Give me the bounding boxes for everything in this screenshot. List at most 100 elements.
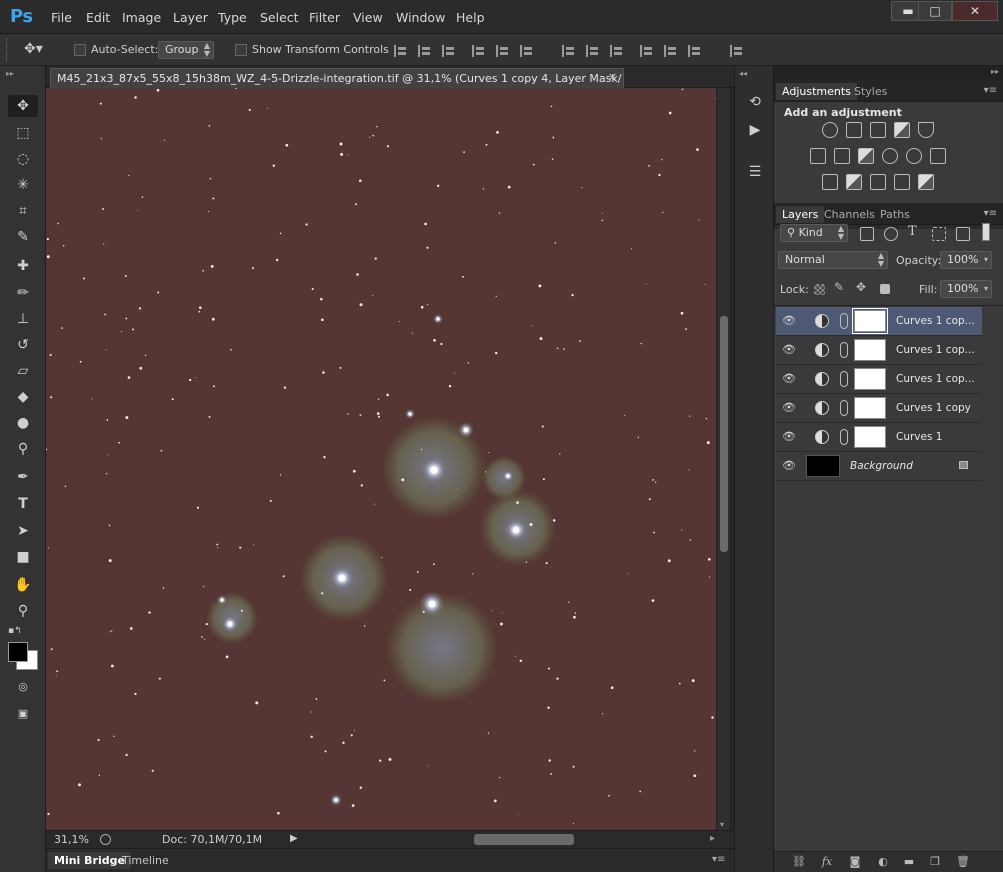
type-tool-icon[interactable]: T [8,493,38,515]
new-layer-icon[interactable]: ❐ [928,855,942,869]
marquee-tool-icon[interactable]: ⬚ [8,122,38,144]
distribute-bottom-icon[interactable] [610,45,622,57]
status-info-icon[interactable] [100,834,111,845]
layer-mask-thumbnail[interactable] [852,308,888,334]
layer-style-icon[interactable]: fx [820,855,834,869]
eye-icon[interactable]: 👁 [782,372,796,386]
new-group-icon[interactable]: ▬ [902,855,916,869]
eyedropper-tool-icon[interactable]: ✎ [8,226,38,248]
filter-adjustment-icon[interactable] [884,227,898,241]
color-balance-icon[interactable] [834,148,850,164]
invert-icon[interactable] [822,174,838,190]
vertical-scrollbar[interactable]: ▾ [716,88,730,830]
link-icon[interactable] [840,342,848,358]
foreground-color-swatch[interactable] [8,642,28,662]
exposure-icon[interactable] [894,122,910,138]
zoom-level[interactable]: 31,1% [54,833,89,846]
panel-collapse-icon[interactable]: ▸▸ [991,67,999,76]
menu-window[interactable]: Window [396,10,445,25]
link-icon[interactable] [840,371,848,387]
layer-row[interactable]: 👁 Curves 1 cop... [776,365,982,394]
auto-select-target-dropdown[interactable]: Group ▲ ▼ [158,41,214,59]
rectangle-tool-icon[interactable]: ■ [8,546,38,568]
layer-row[interactable]: 👁 Curves 1 copy [776,394,982,423]
color-lookup-icon[interactable] [930,148,946,164]
filter-shape-icon[interactable] [932,227,946,241]
align-vcenter-icon[interactable] [418,45,430,57]
link-icon[interactable] [840,429,848,445]
distribute-vcenter-icon[interactable] [586,45,598,57]
menu-view[interactable]: View [353,10,383,25]
toolbox-collapse-icon[interactable]: ▸▸ [6,69,14,78]
align-hcenter-icon[interactable] [496,45,508,57]
pen-tool-icon[interactable]: ✒ [8,466,38,488]
channel-mixer-icon[interactable] [906,148,922,164]
path-selection-tool-icon[interactable]: ➤ [8,520,38,542]
lock-all-icon[interactable] [880,284,890,294]
crop-tool-icon[interactable]: ⌗ [8,200,38,222]
layer-mask-thumbnail[interactable] [854,339,886,361]
hand-tool-icon[interactable]: ✋ [8,574,38,596]
filter-pixel-icon[interactable] [860,227,874,241]
distribute-right-icon[interactable] [688,45,700,57]
dock-expand-icon[interactable]: ◂◂ [739,69,747,78]
menu-edit[interactable]: Edit [86,10,110,25]
levels-icon[interactable] [846,122,862,138]
screen-mode-icon[interactable]: ▣ [8,703,38,725]
opacity-input[interactable]: 100% ▾ [940,251,992,269]
menu-select[interactable]: Select [260,10,299,25]
tab-styles[interactable]: Styles [848,83,893,100]
photo-filter-icon[interactable] [882,148,898,164]
brush-tool-icon[interactable]: ✏ [8,282,38,304]
tab-paths[interactable]: Paths [874,206,916,223]
brightness-contrast-icon[interactable] [822,122,838,138]
selective-color-icon[interactable] [894,174,910,190]
auto-select-checkbox[interactable] [74,44,86,56]
scroll-down-icon[interactable]: ▾ [720,820,724,829]
move-tool-icon[interactable]: ✥ [8,95,38,117]
layers-panel-menu-icon[interactable]: ▾≡ [984,208,997,219]
bottom-panel-menu-icon[interactable]: ▾≡ [712,854,725,865]
link-icon[interactable] [840,313,848,329]
menu-image[interactable]: Image [122,10,161,25]
posterize-icon[interactable] [846,174,862,190]
close-button[interactable]: ✕ [952,1,998,21]
threshold-icon[interactable] [870,174,886,190]
align-top-icon[interactable] [394,45,406,57]
zoom-tool-icon[interactable]: ⚲ [8,600,38,622]
distribute-left-icon[interactable] [640,45,652,57]
menu-layer[interactable]: Layer [173,10,208,25]
blend-mode-dropdown[interactable]: Normal ▲ ▼ [778,251,888,269]
align-left-icon[interactable] [472,45,484,57]
layer-mask-thumbnail[interactable] [854,368,886,390]
eye-icon[interactable]: 👁 [782,314,796,328]
layer-mask-thumbnail[interactable] [854,426,886,448]
scroll-right-icon[interactable]: ▸ [710,833,715,844]
history-brush-tool-icon[interactable]: ↺ [8,334,38,356]
lock-position-icon[interactable]: ✥ [856,280,866,294]
layer-row[interactable]: 👁 Curves 1 cop... [776,307,982,336]
link-icon[interactable] [840,400,848,416]
paint-bucket-tool-icon[interactable]: ◆ [8,386,38,408]
dodge-tool-icon[interactable]: ⚲ [8,438,38,460]
close-document-icon[interactable]: × [608,70,617,83]
eraser-tool-icon[interactable]: ▱ [8,360,38,382]
lock-pixels-icon[interactable]: ✎ [834,280,844,294]
link-layers-icon[interactable]: ⛓ [792,855,806,869]
filter-type-icon[interactable]: T [908,224,917,239]
healing-brush-tool-icon[interactable]: ✚ [8,255,38,277]
menu-file[interactable]: File [51,10,72,25]
image-canvas[interactable] [46,88,716,830]
add-mask-icon[interactable]: ◙ [848,855,862,869]
new-adjustment-layer-icon[interactable]: ◐ [876,855,890,869]
delete-layer-icon[interactable]: 🗑 [956,855,970,869]
show-transform-checkbox[interactable] [235,44,247,56]
filter-toggle-switch[interactable] [982,223,990,241]
auto-align-icon[interactable] [730,45,742,57]
clone-stamp-tool-icon[interactable]: ⊥ [8,308,38,330]
menu-filter[interactable]: Filter [309,10,340,25]
move-tool-preset-icon[interactable]: ✥▾ [24,41,43,57]
eye-icon[interactable]: 👁 [782,430,796,444]
quick-mask-icon[interactable]: ◎ [8,676,38,698]
background-layer-row[interactable]: 👁 Background [776,452,982,481]
